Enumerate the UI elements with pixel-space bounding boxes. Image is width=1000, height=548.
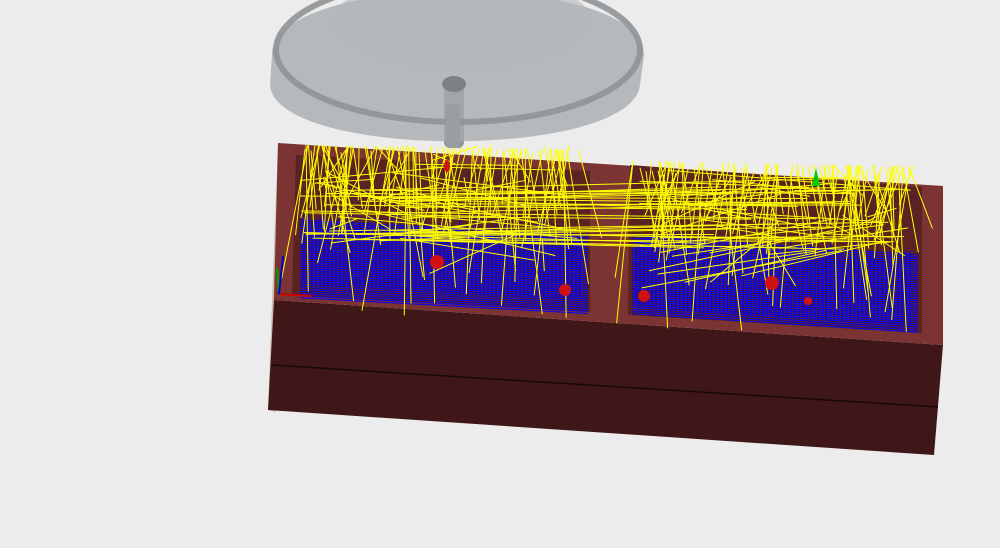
graphics-viewport[interactable] (0, 0, 1000, 548)
plunge-marker (559, 284, 571, 296)
3d-scene[interactable] (0, 0, 1000, 548)
plunge-marker (444, 160, 450, 172)
rapid-move (415, 146, 417, 224)
cutting-tool[interactable] (270, 0, 644, 148)
plunge-marker (765, 276, 779, 290)
start-marker (812, 168, 820, 186)
plunge-marker (804, 297, 812, 305)
tool-spindle-tip (442, 76, 466, 92)
rapid-move (501, 152, 504, 205)
rapid-move (357, 146, 360, 201)
plunge-marker (430, 255, 444, 269)
rapid-move (412, 149, 415, 209)
tool-spindle-lower (446, 104, 460, 148)
plunge-marker (638, 290, 650, 302)
